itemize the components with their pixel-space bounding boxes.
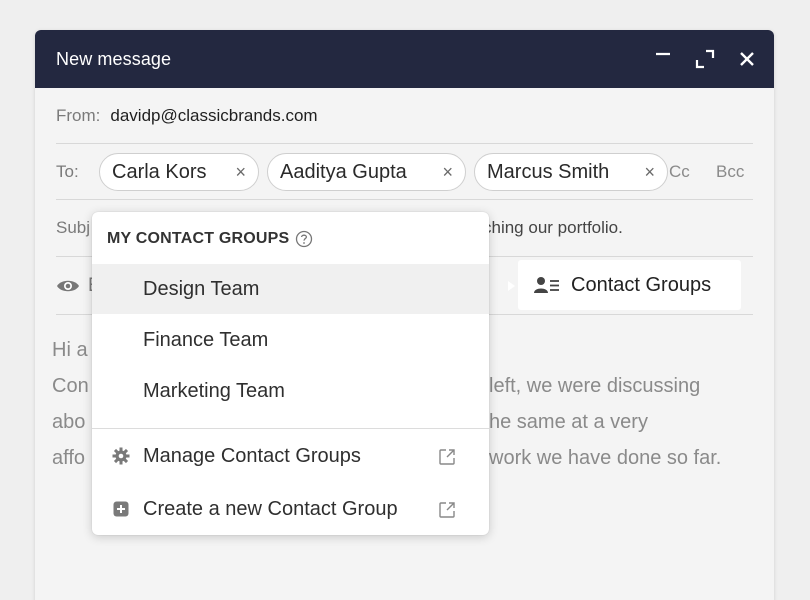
manage-contact-groups-label: Manage Contact Groups	[143, 444, 361, 467]
minimize-button[interactable]	[648, 30, 678, 88]
recipient-chip[interactable]: Aaditya Gupta ×	[267, 153, 466, 191]
window-title: New message	[56, 48, 172, 69]
help-icon[interactable]	[295, 230, 313, 248]
close-button[interactable]	[732, 30, 762, 88]
body-line: work we have done so far.	[489, 447, 722, 469]
subject-text: ching our portfolio.	[483, 218, 623, 237]
contact-groups-button[interactable]: Contact Groups	[518, 260, 741, 310]
contact-group-item[interactable]: Marketing Team	[92, 366, 489, 416]
body-line: left, we were discussing	[489, 375, 701, 397]
recipient-name: Aaditya Gupta	[280, 160, 407, 183]
contact-groups-label: Contact Groups	[571, 273, 712, 296]
gear-icon	[112, 447, 130, 465]
to-row: To: Carla Kors × Aaditya Gupta × Marcus …	[56, 144, 753, 200]
contact-group-label: Design Team	[143, 277, 260, 300]
close-icon	[740, 52, 754, 66]
title-bar: New message	[35, 30, 774, 88]
plus-square-icon	[113, 501, 129, 517]
create-contact-group-label: Create a new Contact Group	[143, 497, 398, 520]
from-row: From: davidp@classicbrands.com	[56, 88, 753, 144]
bcc-link[interactable]: Bcc	[716, 144, 744, 200]
contact-groups-dropdown: MY CONTACT GROUPS Design Team Finance Te…	[92, 212, 489, 535]
recipient-chip[interactable]: Marcus Smith ×	[474, 153, 668, 191]
body-line: Hi a	[52, 339, 88, 361]
contact-group-label: Finance Team	[143, 328, 269, 351]
recipient-name: Marcus Smith	[487, 160, 610, 183]
minimize-icon	[656, 52, 670, 56]
contact-group-item[interactable]: Design Team	[92, 264, 489, 314]
contact-group-item[interactable]: Finance Team	[92, 315, 489, 365]
manage-contact-groups-item[interactable]: Manage Contact Groups	[92, 431, 489, 481]
eye-icon[interactable]	[56, 278, 80, 294]
contact-groups-icon	[534, 277, 559, 293]
cc-link[interactable]: Cc	[669, 144, 690, 200]
tooltip-arrow	[508, 281, 515, 291]
subject-label: Subj	[56, 218, 91, 237]
remove-recipient-icon[interactable]: ×	[644, 162, 655, 183]
body-line: affo	[52, 447, 85, 469]
body-line: abo	[52, 411, 86, 433]
remove-recipient-icon[interactable]: ×	[442, 162, 453, 183]
dropdown-header: MY CONTACT GROUPS	[107, 228, 313, 250]
recipient-name: Carla Kors	[112, 160, 207, 183]
from-value[interactable]: davidp@classicbrands.com	[110, 106, 317, 126]
contact-group-label: Marketing Team	[143, 379, 285, 402]
create-contact-group-item[interactable]: Create a new Contact Group	[92, 484, 489, 534]
body-line: he same at a very	[489, 411, 648, 433]
dropdown-divider	[92, 428, 489, 429]
from-label: From:	[56, 105, 101, 125]
dropdown-header-label: MY CONTACT GROUPS	[107, 230, 290, 247]
to-label: To:	[56, 161, 79, 181]
recipient-chip[interactable]: Carla Kors ×	[99, 153, 259, 191]
external-link-icon	[439, 502, 455, 518]
expand-icon	[695, 49, 715, 69]
expand-button[interactable]	[690, 30, 720, 88]
external-link-icon	[439, 449, 455, 465]
remove-recipient-icon[interactable]: ×	[235, 162, 246, 183]
body-line: Con	[52, 375, 89, 397]
